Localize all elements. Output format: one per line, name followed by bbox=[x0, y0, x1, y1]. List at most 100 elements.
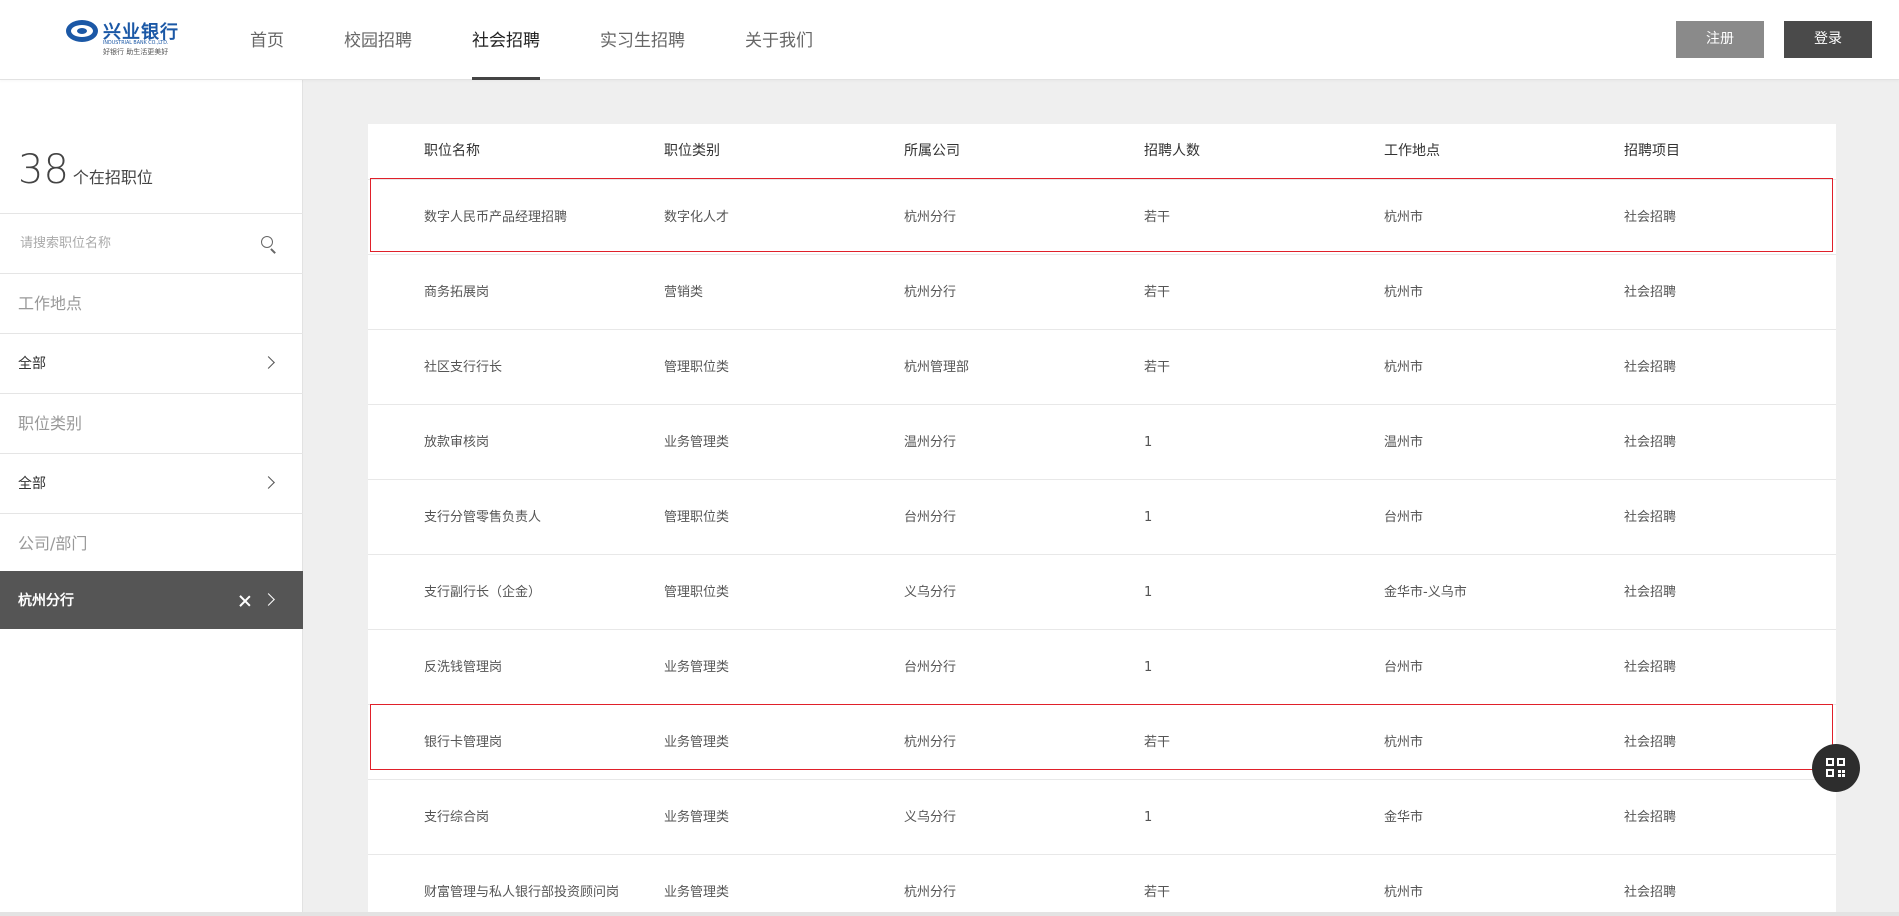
work-location-label: 工作地点 bbox=[18, 294, 83, 313]
job-category: 管理职位类 bbox=[664, 510, 730, 525]
logo-slogan: 好银行 助生活更美好 bbox=[103, 48, 169, 56]
job-title[interactable]: 数字人民币产品经理招聘 bbox=[424, 180, 567, 255]
table-row[interactable]: 支行分管零售负责人 管理职位类 台州分行 1 台州市 社会招聘 bbox=[368, 479, 1836, 554]
bank-logo[interactable]: 兴业银行 INDUSTRIAL BANK CO.,LTD. 好银行 助生活更美好 bbox=[66, 18, 178, 58]
qr-code-button[interactable] bbox=[1812, 744, 1860, 792]
location: 杭州市 bbox=[1384, 285, 1424, 300]
job-count-label: 个在招职位 bbox=[72, 168, 153, 187]
company: 义乌分行 bbox=[904, 585, 957, 600]
job-table: 职位名称 职位类别 所属公司 招聘人数 工作地点 招聘项目 数字人民币产品经理招… bbox=[368, 124, 1836, 916]
headcount: 1 bbox=[1144, 585, 1153, 600]
company: 台州分行 bbox=[904, 510, 957, 525]
job-title[interactable]: 财富管理与私人银行部投资顾问岗 bbox=[424, 855, 619, 916]
recruitment-type: 社会招聘 bbox=[1624, 585, 1677, 600]
nav-campus-recruitment[interactable]: 校园招聘 bbox=[344, 0, 412, 80]
location: 台州市 bbox=[1384, 660, 1424, 675]
recruitment-type: 社会招聘 bbox=[1624, 210, 1677, 225]
login-button[interactable]: 登录 bbox=[1784, 21, 1872, 58]
table-row[interactable]: 支行综合岗 业务管理类 义乌分行 1 金华市 社会招聘 bbox=[368, 779, 1836, 854]
work-location-value: 全部 bbox=[18, 356, 46, 372]
table-header: 职位名称 职位类别 所属公司 招聘人数 工作地点 招聘项目 bbox=[368, 124, 1836, 179]
job-title[interactable]: 支行综合岗 bbox=[424, 780, 489, 855]
job-title[interactable]: 支行副行长（企金） bbox=[424, 555, 541, 630]
recruitment-type: 社会招聘 bbox=[1624, 285, 1677, 300]
company: 温州分行 bbox=[904, 435, 957, 450]
headcount: 若干 bbox=[1144, 885, 1171, 900]
table-row[interactable]: 放款审核岗 业务管理类 温州分行 1 温州市 社会招聘 bbox=[368, 404, 1836, 479]
job-category: 业务管理类 bbox=[664, 435, 730, 450]
job-title[interactable]: 反洗钱管理岗 bbox=[424, 630, 502, 705]
job-category: 业务管理类 bbox=[664, 885, 730, 900]
chevron-right-icon bbox=[262, 356, 275, 369]
table-row[interactable]: 银行卡管理岗 业务管理类 杭州分行 若干 杭州市 社会招聘 bbox=[368, 704, 1836, 779]
company: 杭州分行 bbox=[904, 885, 957, 900]
headcount: 若干 bbox=[1144, 735, 1171, 750]
column-header: 职位类别 bbox=[664, 143, 720, 159]
company: 杭州管理部 bbox=[904, 360, 970, 375]
company-filter[interactable]: 杭州分行 bbox=[0, 571, 303, 629]
table-row[interactable]: 反洗钱管理岗 业务管理类 台州分行 1 台州市 社会招聘 bbox=[368, 629, 1836, 704]
table-row[interactable]: 财富管理与私人银行部投资顾问岗 业务管理类 杭州分行 若干 杭州市 社会招聘 bbox=[368, 854, 1836, 916]
job-title[interactable]: 支行分管零售负责人 bbox=[424, 480, 541, 555]
job-category-filter[interactable]: 全部 bbox=[0, 453, 303, 513]
search-input[interactable]: 请搜索职位名称 bbox=[20, 214, 111, 274]
job-category: 管理职位类 bbox=[664, 585, 730, 600]
company: 义乌分行 bbox=[904, 810, 957, 825]
headcount: 若干 bbox=[1144, 285, 1171, 300]
headcount: 1 bbox=[1144, 510, 1153, 525]
company: 杭州分行 bbox=[904, 735, 957, 750]
header: 兴业银行 INDUSTRIAL BANK CO.,LTD. 好银行 助生活更美好… bbox=[0, 0, 1899, 80]
nav-about-us[interactable]: 关于我们 bbox=[745, 0, 813, 80]
headcount: 若干 bbox=[1144, 360, 1171, 375]
search-row[interactable]: 请搜索职位名称 bbox=[0, 213, 303, 273]
recruitment-type: 社会招聘 bbox=[1624, 660, 1677, 675]
filter-sidebar: 38 个在招职位 请搜索职位名称 工作地点 全部 职位类别 全部 公司/部门 杭州… bbox=[0, 80, 303, 916]
work-location-filter[interactable]: 全部 bbox=[0, 333, 303, 393]
column-header: 所属公司 bbox=[904, 143, 960, 159]
job-title[interactable]: 社区支行行长 bbox=[424, 330, 502, 405]
chevron-right-icon bbox=[262, 476, 275, 489]
recruitment-type: 社会招聘 bbox=[1624, 735, 1677, 750]
search-icon[interactable] bbox=[261, 236, 277, 254]
job-title[interactable]: 放款审核岗 bbox=[424, 405, 489, 480]
table-row[interactable]: 支行副行长（企金） 管理职位类 义乌分行 1 金华市-义乌市 社会招聘 bbox=[368, 554, 1836, 629]
job-title[interactable]: 银行卡管理岗 bbox=[424, 705, 502, 780]
job-count: 38 个在招职位 bbox=[18, 147, 153, 193]
table-row[interactable]: 商务拓展岗 营销类 杭州分行 若干 杭州市 社会招聘 bbox=[368, 254, 1836, 329]
company: 杭州分行 bbox=[904, 285, 957, 300]
location: 杭州市 bbox=[1384, 735, 1424, 750]
company-label: 公司/部门 bbox=[18, 534, 88, 553]
recruitment-type: 社会招聘 bbox=[1624, 510, 1677, 525]
headcount: 1 bbox=[1144, 810, 1153, 825]
nav-intern-recruitment[interactable]: 实习生招聘 bbox=[600, 0, 685, 80]
company: 台州分行 bbox=[904, 660, 957, 675]
column-header: 招聘项目 bbox=[1624, 143, 1680, 159]
nav-home[interactable]: 首页 bbox=[250, 0, 284, 80]
company-value: 杭州分行 bbox=[18, 593, 74, 609]
logo-english: INDUSTRIAL BANK CO.,LTD. bbox=[103, 40, 169, 46]
chevron-right-icon bbox=[262, 593, 275, 606]
column-header: 职位名称 bbox=[424, 143, 480, 159]
nav-social-recruitment[interactable]: 社会招聘 bbox=[472, 0, 540, 80]
job-category-heading: 职位类别 bbox=[0, 393, 303, 453]
job-category-value: 全部 bbox=[18, 476, 46, 492]
location: 金华市-义乌市 bbox=[1384, 585, 1467, 600]
close-icon[interactable] bbox=[238, 594, 252, 608]
headcount: 若干 bbox=[1144, 210, 1171, 225]
recruitment-type: 社会招聘 bbox=[1624, 810, 1677, 825]
job-category: 营销类 bbox=[664, 285, 704, 300]
job-title[interactable]: 商务拓展岗 bbox=[424, 255, 489, 330]
main-nav: 首页 校园招聘 社会招聘 实习生招聘 关于我们 bbox=[250, 0, 873, 80]
location: 台州市 bbox=[1384, 510, 1424, 525]
job-category: 业务管理类 bbox=[664, 660, 730, 675]
recruitment-type: 社会招聘 bbox=[1624, 435, 1677, 450]
table-row[interactable]: 数字人民币产品经理招聘 数字化人才 杭州分行 若干 杭州市 社会招聘 bbox=[368, 179, 1836, 254]
recruitment-type: 社会招聘 bbox=[1624, 885, 1677, 900]
job-count-number: 38 bbox=[18, 147, 69, 193]
location: 金华市 bbox=[1384, 810, 1424, 825]
register-button[interactable]: 注册 bbox=[1676, 21, 1764, 58]
job-category-label: 职位类别 bbox=[18, 414, 83, 433]
company: 杭州分行 bbox=[904, 210, 957, 225]
page-bottom-divider bbox=[0, 912, 1899, 916]
table-row[interactable]: 社区支行行长 管理职位类 杭州管理部 若干 杭州市 社会招聘 bbox=[368, 329, 1836, 404]
